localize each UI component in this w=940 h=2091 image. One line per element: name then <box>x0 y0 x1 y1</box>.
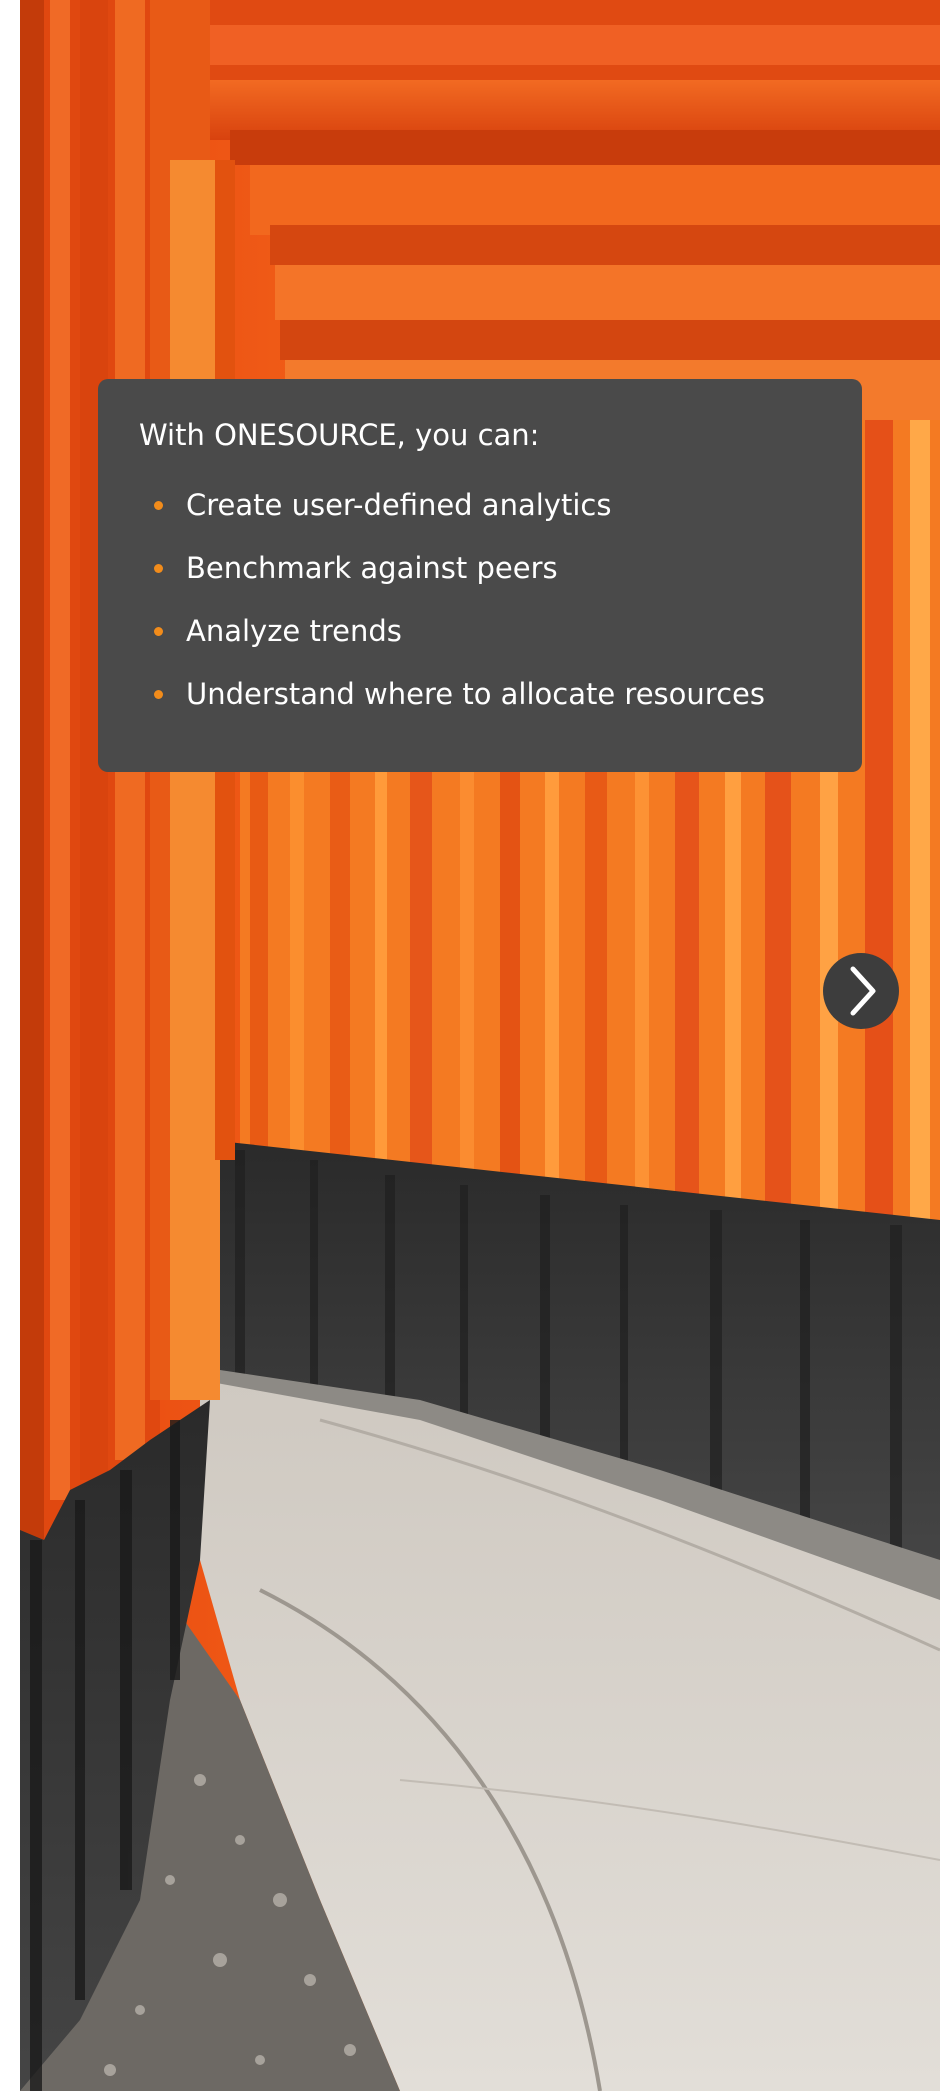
list-item-text: Understand where to allocate resources <box>186 677 765 711</box>
background-photo <box>20 0 940 2091</box>
feature-list: Create user-defined analytics Benchmark … <box>139 485 822 714</box>
list-item-text: Create user-defined analytics <box>186 488 612 522</box>
carousel-next-button[interactable] <box>823 953 899 1029</box>
carousel-slide: With ONESOURCE, you can: Create user-def… <box>20 0 940 2091</box>
list-item-text: Analyze trends <box>186 614 402 648</box>
list-item: Create user-defined analytics <box>139 485 822 525</box>
list-item-text: Benchmark against peers <box>186 551 558 585</box>
card-heading: With ONESOURCE, you can: <box>139 418 540 452</box>
list-item: Understand where to allocate resources <box>139 674 822 714</box>
list-item: Benchmark against peers <box>139 548 822 588</box>
bullet-icon <box>154 690 163 699</box>
bullet-icon <box>154 564 163 573</box>
list-item: Analyze trends <box>139 611 822 651</box>
bullet-icon <box>154 501 163 510</box>
bullet-icon <box>154 627 163 636</box>
info-card: With ONESOURCE, you can: Create user-def… <box>98 379 862 772</box>
chevron-right-icon <box>850 966 876 1016</box>
